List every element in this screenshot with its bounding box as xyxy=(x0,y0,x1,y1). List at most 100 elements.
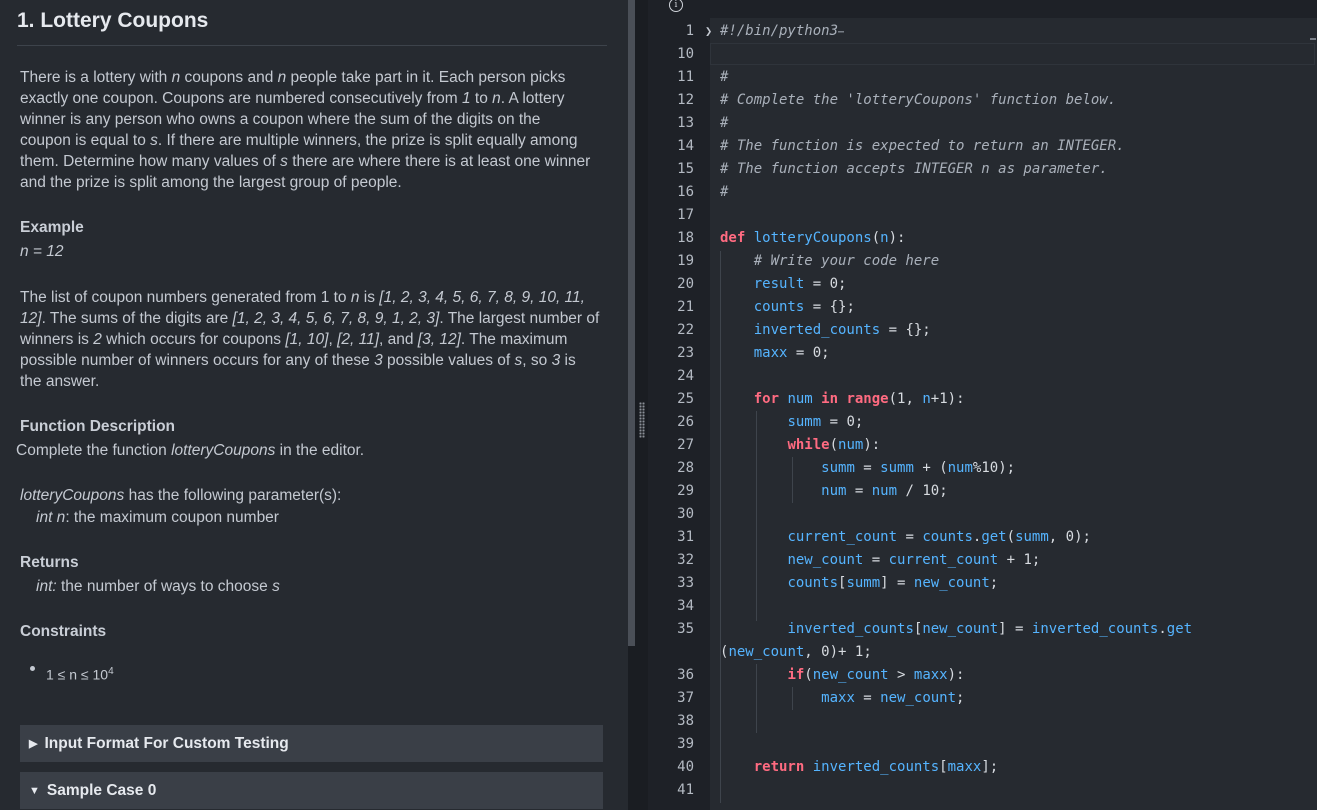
info-icon[interactable]: i xyxy=(669,0,683,12)
italic-term: 3 xyxy=(374,352,383,369)
accordion-sample-case-0[interactable]: ▼ Sample Case 0 xyxy=(20,772,603,809)
code-line[interactable]: 20 result = 0; xyxy=(648,273,1317,296)
accordion-input-format[interactable]: ▶ Input Format For Custom Testing xyxy=(20,725,603,762)
code-text[interactable]: if(new_count > maxx): xyxy=(720,664,964,687)
code-text[interactable]: maxx = new_count; xyxy=(720,687,964,710)
code-text[interactable]: def lotteryCoupons(n): xyxy=(720,227,905,250)
code-token: new_count xyxy=(922,621,999,637)
code-text[interactable]: counts = {}; xyxy=(720,296,855,319)
code-line[interactable]: 21 counts = {}; xyxy=(648,296,1317,319)
text-line: winner is any person who owns a coupon w… xyxy=(20,111,541,128)
code-text[interactable]: inverted_counts[new_count] = inverted_co… xyxy=(720,618,1192,641)
code-token: ); xyxy=(998,460,1016,476)
accordion-label: Input Format For Custom Testing xyxy=(44,734,289,752)
code-token: ( xyxy=(804,667,813,683)
code-text[interactable]: maxx = 0; xyxy=(720,342,830,365)
code-line[interactable]: 10 xyxy=(648,43,1317,66)
code-token: summ xyxy=(1015,529,1049,545)
code-line[interactable]: 31 current_count = counts.get(summ, 0); xyxy=(648,526,1317,549)
code-line[interactable]: 12 # Complete the 'lotteryCoupons' functi… xyxy=(648,89,1317,112)
code-text[interactable]: # xyxy=(720,66,728,89)
code-line[interactable]: 25 for num in range(1, n+1): xyxy=(648,388,1317,411)
code-token: # The function accepts INTEGER n as para… xyxy=(720,161,1108,177)
code-line[interactable]: 22 inverted_counts = {}; xyxy=(648,319,1317,342)
text-line: int: the number of ways to choose s xyxy=(36,578,280,595)
code-text[interactable]: while(num): xyxy=(720,434,880,457)
problem-scrollbar[interactable] xyxy=(628,0,635,646)
line-number: 28 xyxy=(677,460,694,476)
code-line[interactable]: 27 while(num): xyxy=(648,434,1317,457)
code-line[interactable]: 29 num = num / 10; xyxy=(648,480,1317,503)
code-token: {}; xyxy=(829,299,855,315)
code-line[interactable]: 35 inverted_counts[new_count] = inverted… xyxy=(648,618,1317,641)
code-line[interactable]: 24 xyxy=(648,365,1317,388)
code-editor[interactable]: i 1 ❯ #!/bin/python3⋯ 10 11 #12 # Complete the… xyxy=(648,0,1317,810)
code-line[interactable]: 28 summ = summ + (num%10); xyxy=(648,457,1317,480)
code-text[interactable]: counts[summ] = new_count; xyxy=(720,572,998,595)
code-line[interactable]: 18 def lotteryCoupons(n): xyxy=(648,227,1317,250)
code-line[interactable]: 17 xyxy=(648,204,1317,227)
caret-right-icon: ▶ xyxy=(29,738,38,750)
code-line[interactable]: 30 xyxy=(648,503,1317,526)
code-token: + xyxy=(838,644,855,660)
italic-term: lotteryCoupons xyxy=(20,487,125,504)
code-text[interactable]: # The function accepts INTEGER n as para… xyxy=(720,158,1108,181)
code-token: ( xyxy=(1006,529,1016,545)
code-line[interactable]: 11 # xyxy=(648,66,1317,89)
code-line[interactable]: 26 summ = 0; xyxy=(648,411,1317,434)
code-line[interactable]: 41 xyxy=(648,779,1317,802)
code-text[interactable]: # Complete the 'lotteryCoupons' function… xyxy=(720,89,1116,112)
code-line[interactable]: 39 xyxy=(648,733,1317,756)
drag-handle-icon[interactable] xyxy=(639,402,645,438)
code-text[interactable]: result = 0; xyxy=(720,273,847,296)
code-line[interactable]: 36 if(new_count > maxx): xyxy=(648,664,1317,687)
code-line[interactable]: 40 return inverted_counts[maxx]; xyxy=(648,756,1317,779)
code-token: new_count xyxy=(913,575,990,591)
code-line[interactable]: 32 new_count = current_count + 1; xyxy=(648,549,1317,572)
code-line[interactable]: 16 # xyxy=(648,181,1317,204)
code-text[interactable]: # Write your code here xyxy=(720,250,939,273)
text-line: them. Determine how many values of s the… xyxy=(20,153,591,170)
code-text[interactable]: # xyxy=(720,112,728,135)
code-token: , xyxy=(804,644,822,660)
code-text[interactable]: inverted_counts = {}; xyxy=(720,319,931,342)
code-line[interactable]: 19 # Write your code here xyxy=(648,250,1317,273)
code-text[interactable]: (new_count, 0)+ 1; xyxy=(720,641,872,664)
code-line[interactable]: 14 # The function is expected to return a… xyxy=(648,135,1317,158)
code-text[interactable]: summ = summ + (num%10); xyxy=(720,457,1015,480)
code-text[interactable]: new_count = current_count + 1; xyxy=(720,549,1040,572)
italic-term: [1, 2, 3, 4, 5, 6, 7, 8, 9, 1, 2, 3] xyxy=(232,310,440,327)
code-text[interactable]: # xyxy=(720,181,728,204)
code-line[interactable]: 1 ❯ #!/bin/python3⋯ xyxy=(648,20,1317,43)
code-text[interactable]: num = num / 10; xyxy=(720,480,947,503)
text-line: There is a lottery with n coupons and n … xyxy=(20,69,566,86)
code-token: ]; xyxy=(981,759,999,775)
code-text[interactable]: current_count = counts.get(summ, 0); xyxy=(720,526,1091,549)
text-line: Complete the function lotteryCoupons in … xyxy=(16,442,365,459)
code-line[interactable]: 23 maxx = 0; xyxy=(648,342,1317,365)
code-token: summ xyxy=(821,460,855,476)
code-line[interactable]: 37 maxx = new_count; xyxy=(648,687,1317,710)
code-text[interactable]: for num in range(1, n+1): xyxy=(720,388,965,411)
code-line[interactable]: 34 xyxy=(648,595,1317,618)
code-token: # xyxy=(720,69,729,85)
text-line: exactly one coupon. Coupons are numbered… xyxy=(20,90,565,107)
code-text[interactable]: summ = 0; xyxy=(720,411,863,434)
constraint-text: 1 ≤ n ≤ 10 xyxy=(46,666,109,683)
line-number: 18 xyxy=(677,230,694,246)
panel-splitter[interactable] xyxy=(628,0,648,810)
code-line[interactable]: 15 # The function accepts INTEGER n as pa… xyxy=(648,158,1317,181)
code-line[interactable]: 33 counts[summ] = new_count; xyxy=(648,572,1317,595)
code-text[interactable]: #!/bin/python3⋯ xyxy=(720,20,844,44)
italic-term: s xyxy=(150,132,158,149)
folded-ellipsis-icon[interactable]: ⋯ xyxy=(838,27,844,38)
code-line[interactable]: (new_count, 0)+ 1; xyxy=(648,641,1317,664)
code-text[interactable]: # The function is expected to return an … xyxy=(720,135,1125,158)
code-line[interactable]: 38 xyxy=(648,710,1317,733)
fold-chevron-icon[interactable]: ❯ xyxy=(705,20,712,43)
code-text[interactable]: return inverted_counts[maxx]; xyxy=(720,756,998,779)
code-line[interactable]: 13 # xyxy=(648,112,1317,135)
